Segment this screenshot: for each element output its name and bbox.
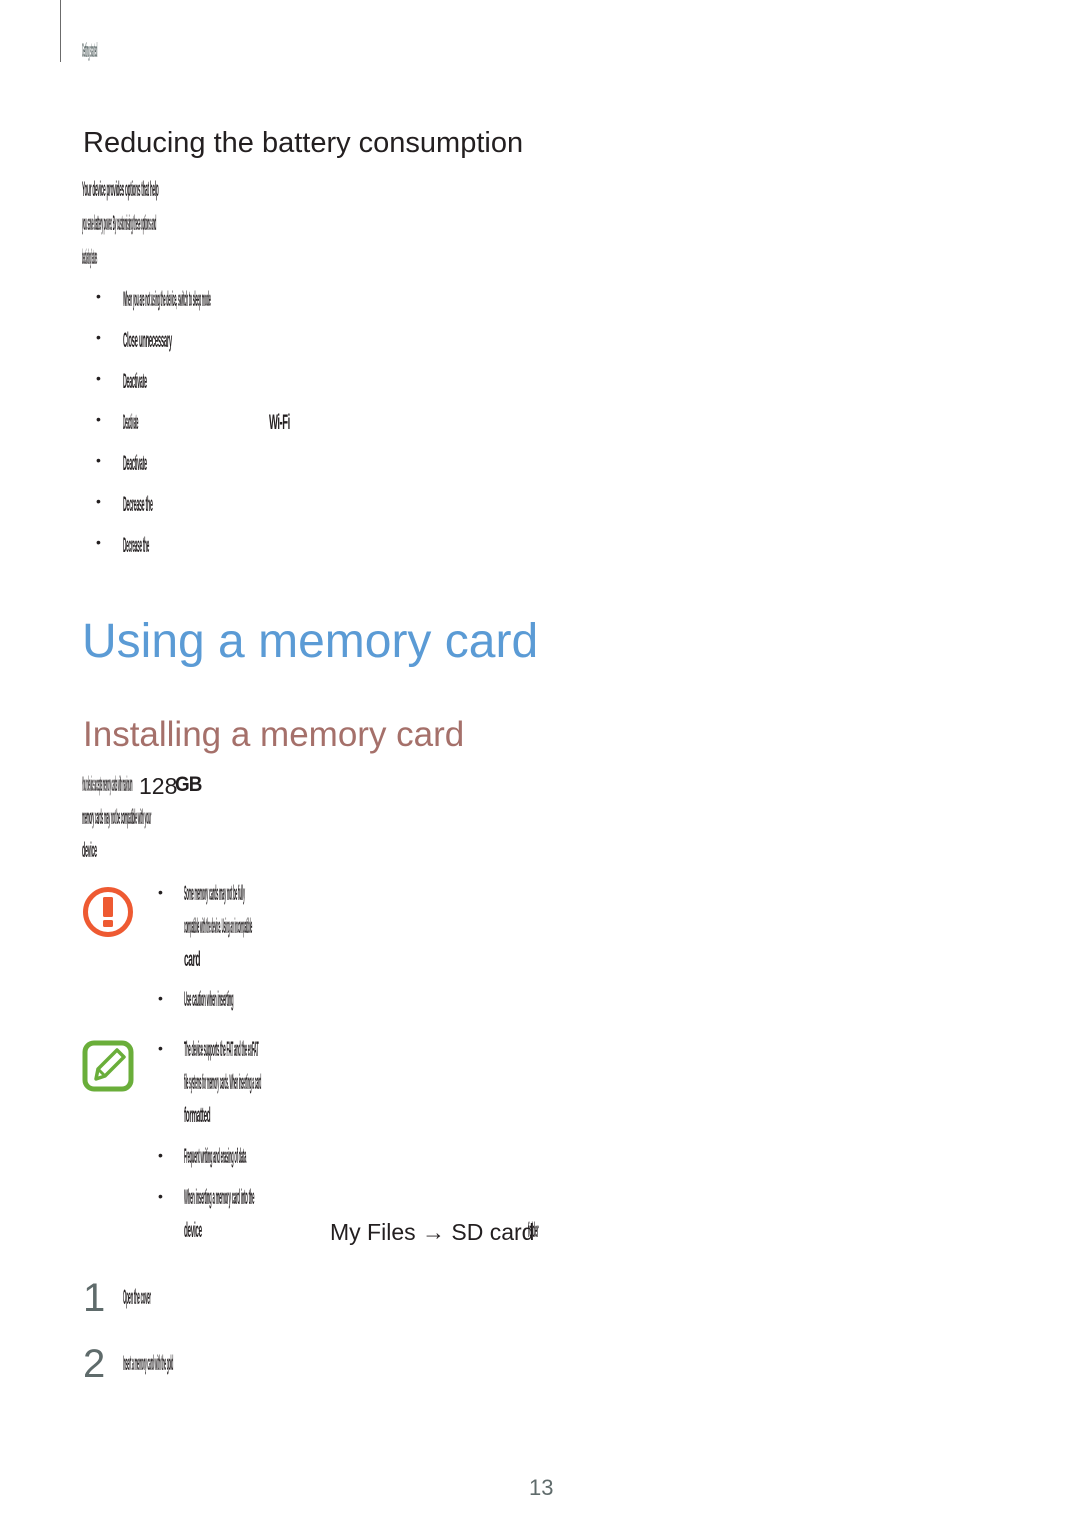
step-list: 1 Open the cover 2 Insert a memory card …	[83, 1276, 683, 1400]
battery-intro-line: deactivating features	[82, 246, 98, 269]
section-title-battery: Reducing the battery consumption	[83, 127, 524, 159]
bullet-dot: •	[158, 1188, 163, 1204]
caution-line: compatible with the device. Using an inc…	[184, 915, 253, 938]
bullet-dot: •	[96, 411, 101, 427]
install-intro: Your device accepts memory cards with ma…	[82, 773, 514, 872]
caution-line: Some memory cards may not be fully	[184, 882, 245, 905]
list-item: • Deactivate Wi-Fi	[96, 411, 290, 452]
note-line-suffix: folder	[528, 1219, 539, 1242]
install-intro-line: device	[82, 839, 97, 862]
list-item-text: When you are not using the device, switc…	[123, 288, 211, 311]
note-line: device	[184, 1219, 202, 1242]
section-title-install: Installing a memory card	[83, 715, 465, 754]
note-icon	[82, 1040, 134, 1092]
list-item-text: Deactivate	[123, 411, 139, 434]
list-item-text: Close unnecessary	[123, 329, 172, 352]
list-item: • When you are not using the device, swit…	[96, 288, 211, 329]
list-item: • Decrease the	[96, 534, 149, 575]
list-item-trail: Wi-Fi	[269, 411, 290, 434]
bullet-dot: •	[96, 370, 101, 386]
caution-line: card	[184, 948, 201, 971]
bullet-dot: •	[158, 1147, 163, 1163]
list-item: • Deactivate	[96, 370, 147, 411]
bullet-dot: •	[158, 884, 163, 900]
step-number: 2	[83, 1342, 106, 1386]
list-item-text: Decrease the	[123, 493, 153, 516]
bullet-dot: •	[96, 493, 101, 509]
step-number: 1	[83, 1276, 106, 1320]
list-item-text: Decrease the	[123, 534, 150, 557]
battery-intro-line: you save battery power. By customising t…	[82, 212, 157, 235]
chapter-title: Using a memory card	[82, 615, 539, 668]
step-text: Open the cover	[123, 1286, 151, 1309]
note-line: When inserting a memory card into the	[184, 1186, 255, 1209]
battery-bullet-list: • When you are not using the device, swit…	[96, 288, 290, 575]
running-head-text: Getting started	[82, 40, 98, 62]
bullet-dot: •	[158, 1040, 163, 1056]
battery-intro: Your device provides options that help y…	[82, 178, 612, 280]
bullet-dot: •	[158, 990, 163, 1006]
note-line: Frequent writing and erasing of data	[184, 1145, 247, 1168]
step-text: Insert a memory card with the gold	[123, 1352, 174, 1375]
install-intro-text: Your device accepts memory cards with ma…	[82, 773, 133, 796]
bullet-dot: •	[96, 329, 101, 345]
caution-icon	[82, 886, 134, 938]
note-line: formatted	[184, 1104, 211, 1127]
margin-rule	[60, 0, 61, 62]
battery-intro-line: Your device provides options that help	[82, 178, 159, 201]
step-item: 2 Insert a memory card with the gold	[83, 1338, 683, 1400]
bullet-dot: •	[96, 288, 101, 304]
bullet-dot: •	[96, 452, 101, 468]
install-intro-number: 128	[139, 773, 178, 799]
running-head: Getting started	[82, 40, 209, 63]
list-item: • Close unnecessary	[96, 329, 172, 370]
list-item-text: Deactivate	[123, 452, 147, 475]
caution-line: Use caution when inserting	[184, 988, 234, 1011]
list-item: • Deactivate	[96, 452, 147, 493]
note-line: The device supports the FAT and the exFA…	[184, 1038, 259, 1061]
install-intro-unit: GB	[175, 773, 202, 796]
step-item: 1 Open the cover	[83, 1276, 683, 1338]
list-item-text: Deactivate	[123, 370, 147, 393]
list-item: • Decrease the	[96, 493, 153, 534]
my-files-path: My Files → SD card	[330, 1219, 535, 1245]
bullet-dot: •	[96, 534, 101, 550]
install-intro-line: memory cards may not be compatible with …	[82, 806, 152, 829]
note-line: file systems for memory cards. When inse…	[184, 1071, 262, 1094]
page-number: 13	[529, 1475, 554, 1500]
